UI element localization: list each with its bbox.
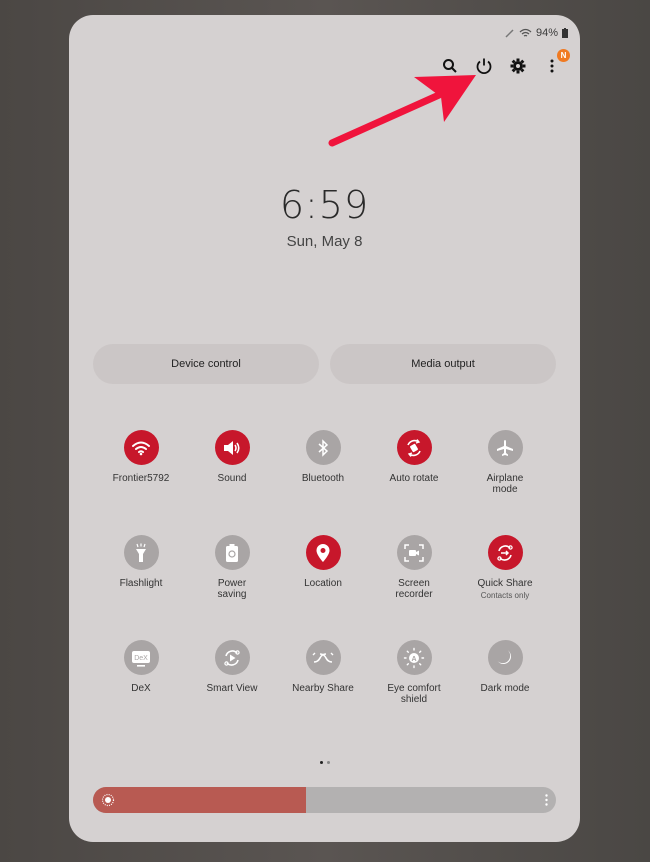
tile-label: Dark mode	[480, 683, 530, 694]
tile-flashlight[interactable]: Flashlight	[95, 535, 187, 589]
settings-button[interactable]	[508, 55, 528, 77]
svg-text:A: A	[411, 656, 416, 663]
tile-power-saving[interactable]: Power saving	[186, 535, 278, 600]
tile-label: Nearby Share	[292, 683, 354, 694]
quick-share-icon	[497, 544, 513, 561]
tile-label: Smart View	[206, 683, 258, 694]
tile-dex[interactable]: DeX DeX	[95, 640, 187, 694]
tile-dark-mode[interactable]: Dark mode	[459, 640, 551, 694]
quick-settings-panel: 94% N 6:59 Sun, May 8 Device control Med…	[69, 15, 580, 842]
clock-time: 6:59	[279, 183, 370, 227]
tile-airplane-mode[interactable]: Airplane mode	[459, 430, 551, 495]
smart-view-icon	[224, 649, 240, 666]
tile-label: Power saving	[217, 578, 247, 600]
tile-label: Airplane mode	[486, 473, 524, 495]
tile-label: Bluetooth	[301, 473, 345, 484]
tile-label: Location	[304, 578, 342, 589]
tile-label: Screen recorder	[395, 578, 433, 600]
tile-label: Flashlight	[119, 578, 163, 589]
auto-rotate-icon	[407, 438, 421, 457]
tile-bluetooth[interactable]: Bluetooth	[277, 430, 369, 484]
battery-percent: 94%	[535, 27, 558, 39]
screen-recorder-icon	[404, 543, 424, 562]
wifi-icon	[132, 441, 150, 455]
svg-text:DeX: DeX	[134, 655, 148, 662]
page-indicator	[69, 761, 580, 764]
pen-icon	[505, 29, 514, 38]
tile-auto-rotate[interactable]: Auto rotate	[368, 430, 460, 484]
tile-label: Eye comfort shield	[387, 683, 441, 705]
tile-sublabel: Contacts only	[480, 591, 530, 600]
brightness-slider[interactable]	[93, 787, 556, 813]
tile-quick-share[interactable]: Quick Share Contacts only	[459, 535, 551, 600]
annotation-arrow	[328, 75, 476, 147]
dex-icon: DeX	[132, 650, 150, 667]
flashlight-icon	[136, 543, 146, 562]
tile-label: Auto rotate	[389, 473, 439, 484]
device-control-button[interactable]: Device control	[93, 344, 319, 384]
dark-mode-icon	[497, 650, 511, 664]
sun-icon	[101, 793, 115, 807]
page-dot-1[interactable]	[319, 761, 323, 764]
tile-label: DeX	[131, 683, 151, 694]
tile-label: Frontier5792	[112, 473, 170, 484]
tile-eye-comfort-shield[interactable]: A Eye comfort shield	[368, 640, 460, 705]
brightness-slider-fill	[93, 787, 306, 813]
location-icon	[316, 543, 330, 562]
more-options-button[interactable]: N	[542, 49, 570, 77]
brightness-more-icon[interactable]	[545, 794, 548, 806]
tile-label: Quick Share	[477, 578, 533, 589]
nearby-share-icon	[312, 652, 334, 663]
bluetooth-icon	[318, 438, 329, 457]
clock-date: Sun, May 8	[286, 233, 363, 250]
tile-nearby-share[interactable]: Nearby Share	[277, 640, 369, 694]
settings-icon	[510, 58, 526, 74]
more-icon	[550, 59, 554, 73]
eye-comfort-icon: A	[403, 647, 425, 668]
tile-screen-recorder[interactable]: Screen recorder	[368, 535, 460, 600]
battery-icon	[562, 28, 568, 38]
media-output-button[interactable]: Media output	[330, 344, 556, 384]
status-bar: 94%	[505, 27, 568, 39]
tile-smart-view[interactable]: Smart View	[186, 640, 278, 694]
tile-label: Sound	[217, 473, 247, 484]
airplane-icon	[497, 439, 513, 456]
notification-badge: N	[557, 49, 570, 62]
wifi-icon	[519, 28, 532, 37]
tile-location[interactable]: Location	[277, 535, 369, 589]
power-saving-icon	[226, 543, 238, 562]
sound-icon	[224, 440, 240, 455]
page-dot-2[interactable]	[326, 761, 330, 764]
tile-wifi[interactable]: Frontier5792	[95, 430, 187, 484]
tile-sound[interactable]: Sound	[186, 430, 278, 484]
